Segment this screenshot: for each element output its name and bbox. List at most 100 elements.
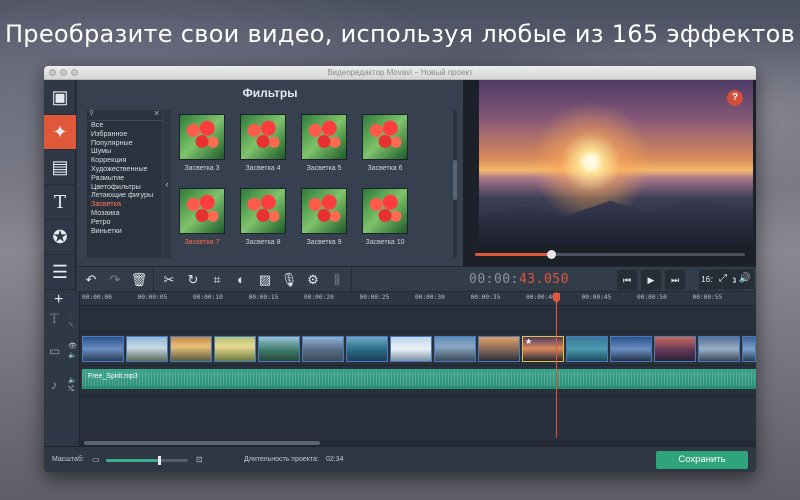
video-clip[interactable] <box>82 336 124 362</box>
video-preview[interactable]: ? <box>479 80 753 244</box>
zoom-slider[interactable] <box>106 456 188 465</box>
audio-track-controls[interactable]: 🔈 ⤭ <box>68 376 77 394</box>
toolbar-divider <box>351 267 352 293</box>
filter-label: Засветка 7 <box>184 239 220 246</box>
skip-forward-icon: ⏭ <box>670 275 680 285</box>
play-button[interactable]: ▶ <box>641 270 661 290</box>
split-button[interactable]: ✂ <box>159 270 179 290</box>
time-ruler[interactable]: 00:00:00 00:00:05 00:00:10 00:00:15 00:00:20… <box>80 292 756 306</box>
filter-label: Засветка 8 <box>245 239 281 246</box>
equalizer-button[interactable]: ⫼ <box>327 270 347 290</box>
stickers-button[interactable]: ✪ <box>44 220 76 255</box>
clip-thumbnail <box>303 337 343 361</box>
video-clip[interactable] <box>610 336 652 362</box>
save-button[interactable]: Сохранить <box>656 451 748 469</box>
minimize-window-button[interactable] <box>60 69 67 76</box>
app-window: Видеоредактор Movavi – Новый проект ▣ ✦ … <box>44 66 756 472</box>
video-clip[interactable]: ★ <box>522 336 564 362</box>
skip-back-button[interactable]: ⏮ <box>617 270 637 290</box>
skip-forward-button[interactable]: ⏭ <box>665 270 685 290</box>
filter-thumbnail[interactable]: Засветка 6 <box>360 114 410 172</box>
window-title: Видеоредактор Movavi – Новый проект <box>327 68 473 77</box>
film-icon: ▣ <box>51 86 69 107</box>
timeline: + T ◌ ✎ ▭ 👁 🔈 ♪ 🔈 ⤭ 00:00:00 00:00:05 00:00:1… <box>44 291 756 446</box>
ruler-tick: 00:00:05 <box>137 294 168 301</box>
video-clip[interactable] <box>698 336 740 362</box>
filter-thumbnail[interactable]: Засветка 9 <box>299 188 349 246</box>
record-voice-button[interactable]: 🎙 <box>279 270 299 290</box>
duration-label: Длительность проекта: <box>244 456 319 463</box>
help-button[interactable]: ? <box>727 90 743 106</box>
collapse-categories-button[interactable]: ‹ <box>163 110 171 258</box>
audio-clip[interactable]: Free_Spirit.mp3 <box>82 369 756 389</box>
video-clip[interactable] <box>170 336 212 362</box>
filter-thumbnail[interactable]: Засветка 10 <box>360 188 410 246</box>
video-clip[interactable] <box>390 336 432 362</box>
fullscreen-button[interactable]: ⤢ <box>713 269 733 289</box>
promo-headline: Преобразите свои видео, используя любые … <box>4 20 796 48</box>
video-clip[interactable] <box>346 336 388 362</box>
video-clip[interactable] <box>654 336 696 362</box>
color-adjust-button[interactable]: ◐ <box>231 270 251 290</box>
titles-button[interactable]: T <box>44 185 76 220</box>
video-clip[interactable] <box>126 336 168 362</box>
zoom-knob[interactable] <box>157 456 161 465</box>
zoom-out-icon[interactable]: ▭ <box>92 455 100 464</box>
transitions-button[interactable]: ▤ <box>44 150 76 185</box>
add-track-button[interactable]: + <box>54 291 63 309</box>
clear-search-icon[interactable]: ✕ <box>153 109 160 118</box>
video-clip[interactable] <box>566 336 608 362</box>
timecode-prefix: 00:00: <box>469 272 519 287</box>
seek-knob[interactable] <box>546 250 556 259</box>
image-button[interactable]: ▨ <box>255 270 275 290</box>
filter-preview-image <box>240 188 286 234</box>
title-track-controls[interactable]: ◌ ✎ <box>68 312 74 330</box>
zoom-in-icon[interactable]: ⊡ <box>196 455 203 464</box>
import-media-button[interactable]: ▣ <box>44 80 76 115</box>
filter-thumbnail[interactable]: Засветка 7 <box>177 188 227 246</box>
filter-thumbnail[interactable]: Засветка 3 <box>177 114 227 172</box>
audio-track[interactable]: Free_Spirit.mp3 <box>80 367 756 397</box>
audio-waveform <box>82 372 756 386</box>
close-window-button[interactable] <box>49 69 56 76</box>
video-clip[interactable] <box>302 336 344 362</box>
filter-thumbnail[interactable]: Засветка 5 <box>299 114 349 172</box>
filter-preview-image <box>362 188 408 234</box>
crop-button[interactable]: ⌗ <box>207 270 227 290</box>
ruler-tick: 00:00:50 <box>637 294 667 301</box>
clip-properties-button[interactable]: ⚙ <box>303 270 323 290</box>
title-track[interactable] <box>80 307 756 333</box>
maximize-window-button[interactable] <box>71 69 78 76</box>
more-tools-button[interactable]: ☰ <box>44 255 76 290</box>
empty-track-area[interactable] <box>80 398 756 440</box>
category-search[interactable]: ⚲ ✕ <box>87 109 162 121</box>
microphone-icon: 🎙 <box>280 272 298 287</box>
filters-scroll-thumb[interactable] <box>453 160 457 200</box>
video-track[interactable]: ★ <box>80 334 756 366</box>
category-item[interactable]: Виньетки <box>87 226 162 236</box>
video-clip[interactable] <box>742 336 756 362</box>
undo-button[interactable]: ↶ <box>81 270 101 290</box>
video-clip[interactable] <box>214 336 256 362</box>
filter-thumbnail[interactable]: Засветка 4 <box>238 114 288 172</box>
timeline-scroll-thumb[interactable] <box>84 441 320 445</box>
delete-button[interactable]: 🗑 <box>129 270 149 290</box>
video-clip[interactable] <box>434 336 476 362</box>
filter-label: Засветка 5 <box>306 165 342 172</box>
ruler-tick: 00:00:00 <box>82 294 112 301</box>
video-clip[interactable] <box>478 336 520 362</box>
volume-button[interactable]: 🔊 <box>736 269 754 289</box>
trash-icon: 🗑 <box>130 272 148 287</box>
filters-button[interactable]: ✦ <box>44 115 76 150</box>
playhead[interactable] <box>553 292 560 438</box>
redo-button[interactable]: ↷ <box>105 270 125 290</box>
filters-scrollbar[interactable] <box>453 110 457 258</box>
filter-thumbnail[interactable]: Засветка 8 <box>238 188 288 246</box>
clip-thumbnail <box>435 337 475 361</box>
video-clip[interactable] <box>258 336 300 362</box>
preview-seek-bar[interactable] <box>475 250 745 259</box>
audio-clip-name: Free_Spirit.mp3 <box>88 373 138 380</box>
image-icon: ▨ <box>258 272 272 287</box>
video-track-controls[interactable]: 👁 🔈 <box>68 342 77 360</box>
rotate-button[interactable]: ↻ <box>183 270 203 290</box>
